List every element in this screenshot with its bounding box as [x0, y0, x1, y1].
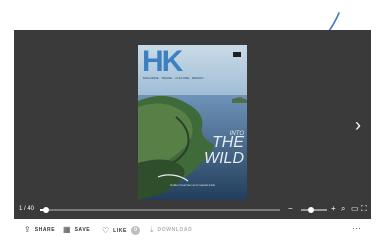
download-icon: ⤓	[150, 225, 154, 234]
viewer-controls: 1 / 40 − + ⌕ ▭ ⛶	[14, 202, 371, 219]
single-page-icon[interactable]: ▭	[351, 204, 359, 214]
download-label: DOWNLOAD	[157, 227, 193, 233]
zoom-handle[interactable]	[308, 207, 315, 213]
next-page-button[interactable]: ›	[350, 115, 366, 135]
magazine-viewer[interactable]: HK MAGAZINE · TRAVEL · CULTURE · DESIGN …	[14, 30, 371, 219]
like-count-badge: 0	[130, 226, 140, 235]
page-counter: 1 / 40	[19, 206, 35, 212]
share-button[interactable]: ⇪ SHARE	[24, 226, 55, 234]
like-label: LIKE	[113, 227, 127, 234]
zoom-in-icon[interactable]: +	[331, 204, 336, 214]
cover-footer: Hidden beaches and coastal trails	[169, 183, 216, 187]
share-label: SHARE	[34, 227, 56, 233]
download-button[interactable]: ⤓ DOWNLOAD	[150, 226, 192, 234]
page-progress-slider[interactable]	[40, 207, 280, 213]
heart-icon: ♡	[102, 225, 110, 235]
search-icon[interactable]: ⌕	[341, 204, 345, 214]
save-button[interactable]: ▦ SAVE	[63, 226, 90, 234]
like-button[interactable]: ♡ LIKE 0	[102, 226, 140, 235]
more-options-icon[interactable]: ···	[352, 223, 361, 233]
cover-badge	[233, 52, 241, 57]
cover-tagline: MAGAZINE · TRAVEL · CULTURE · DESIGN	[143, 76, 204, 80]
action-bar: ⇪ SHARE ▦ SAVE ♡ LIKE 0 ⤓ DOWNLOAD ···	[14, 219, 371, 243]
chevron-right-icon: ›	[355, 115, 361, 135]
zoom-out-icon[interactable]: −	[288, 204, 293, 214]
zoom-slider[interactable]	[301, 207, 327, 213]
cover-headline: THE WILD	[204, 134, 244, 167]
save-icon: ▦	[63, 225, 71, 234]
cover-masthead: HK	[142, 45, 183, 78]
magazine-cover[interactable]: HK MAGAZINE · TRAVEL · CULTURE · DESIGN …	[138, 45, 247, 200]
save-label: SAVE	[74, 227, 91, 233]
share-icon: ⇪	[24, 225, 31, 234]
progress-handle[interactable]	[43, 207, 49, 213]
fullscreen-icon[interactable]: ⛶	[361, 204, 367, 214]
